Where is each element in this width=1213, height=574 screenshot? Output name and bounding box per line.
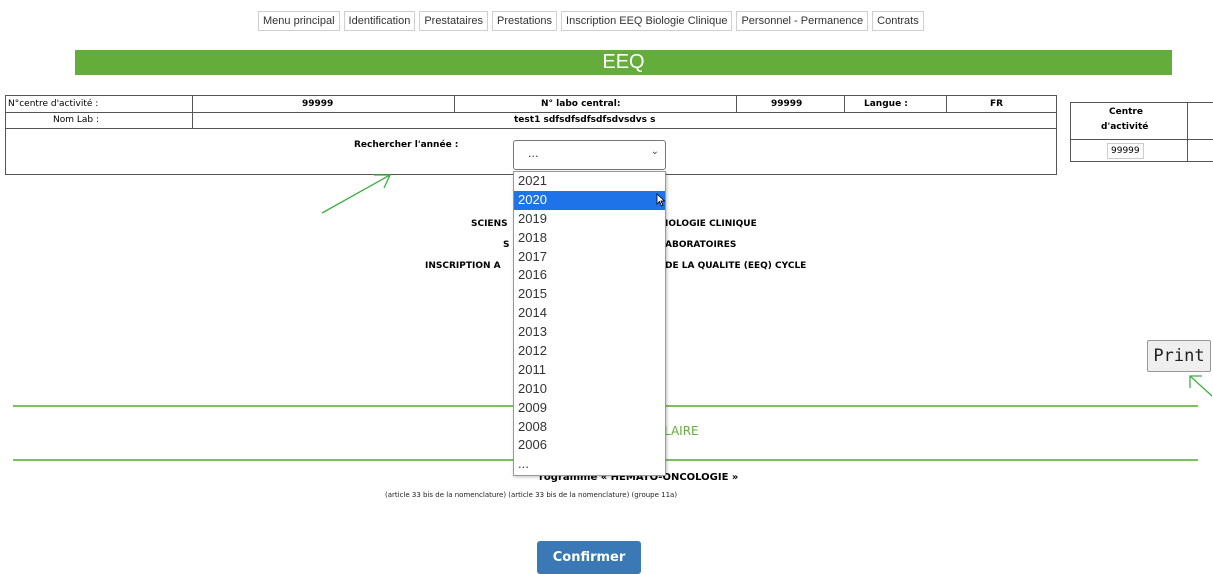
side-header-line2: d'activité	[1101, 122, 1149, 132]
year-option[interactable]: 2011	[514, 361, 665, 380]
table-divider	[192, 96, 193, 128]
year-select[interactable]: ... ⌄	[513, 140, 666, 170]
langue-label: Langue :	[864, 99, 908, 109]
chevron-down-icon: ⌄	[650, 146, 659, 157]
heading-line2-right: ABORATOIRES	[665, 240, 737, 250]
heading-line2-left: S	[503, 240, 510, 250]
centre-value: 99999	[302, 99, 334, 109]
year-option[interactable]: 2009	[514, 399, 665, 418]
table-divider	[1187, 103, 1188, 161]
nav-identification[interactable]: Identification	[343, 11, 416, 31]
heading-line3-right: DE LA QUALITE (EEQ) CYCLE	[665, 261, 807, 271]
side-header-line1: Centre	[1109, 107, 1143, 117]
year-option[interactable]: 2010	[514, 380, 665, 399]
nav-prestations[interactable]: Prestations	[492, 11, 558, 31]
page-title-banner: EEQ	[75, 50, 1172, 75]
nav-inscription-eeq[interactable]: Inscription EEQ Biologie Clinique	[561, 11, 733, 31]
langue-value: FR	[990, 99, 1004, 109]
nav-personnel-permanence[interactable]: Personnel - Permanence	[736, 11, 869, 31]
mouse-cursor-icon	[656, 193, 666, 207]
annotation-arrow-icon	[321, 174, 392, 214]
heading-line1-left: SCIENS	[471, 219, 508, 229]
year-option[interactable]: 2017	[514, 248, 665, 267]
section-title: LAIRE	[664, 424, 699, 438]
heading-line3-left: INSCRIPTION A	[425, 261, 501, 271]
article-note: (article 33 bis de la nomenclature) (art…	[385, 491, 678, 499]
year-option[interactable]: 2013	[514, 323, 665, 342]
nav-menu-principal[interactable]: Menu principal	[258, 11, 340, 31]
year-option[interactable]: 2006	[514, 436, 665, 455]
nomlab-label: Nom Lab :	[53, 115, 100, 125]
annotation-arrow-icon	[1189, 375, 1213, 397]
year-option[interactable]: 2012	[514, 342, 665, 361]
table-divider	[844, 96, 845, 112]
top-nav: Menu principal Identification Prestatair…	[258, 11, 924, 31]
table-divider	[1071, 139, 1213, 140]
year-option[interactable]: 2016	[514, 266, 665, 285]
heading-line1-right: IOLOGIE CLINIQUE	[665, 219, 757, 229]
year-option-highlighted[interactable]: 2020	[514, 190, 665, 210]
table-divider	[6, 128, 1056, 129]
year-select-value: ...	[528, 147, 539, 160]
year-option[interactable]: 2008	[514, 418, 665, 437]
confirm-button[interactable]: Confirmer	[537, 541, 641, 574]
year-dropdown-list: 2021 2020 2019 2018 2017 2016 2015 2014 …	[513, 171, 666, 476]
table-divider	[736, 96, 737, 112]
labo-value: 99999	[771, 99, 803, 109]
year-option[interactable]: 2019	[514, 210, 665, 229]
print-button[interactable]: Print	[1147, 340, 1211, 372]
table-divider	[946, 96, 947, 112]
year-option[interactable]: ...	[514, 455, 665, 474]
year-option[interactable]: 2014	[514, 304, 665, 323]
year-option[interactable]: 2021	[514, 172, 665, 191]
year-option[interactable]: 2015	[514, 285, 665, 304]
labo-label: N° labo central:	[541, 99, 621, 109]
centre-label: N°centre d'activité :	[8, 99, 99, 109]
side-centre-value: 99999	[1107, 143, 1144, 159]
nav-contrats[interactable]: Contrats	[872, 11, 924, 31]
year-option[interactable]: 2018	[514, 229, 665, 248]
side-centre-table: Centre d'activité 99999	[1070, 102, 1213, 162]
nomlab-value: test1 sdfsdfsdfsdfsdvsdvs s	[514, 115, 656, 125]
nav-prestataires[interactable]: Prestataires	[419, 11, 489, 31]
search-year-label: Rechercher l'année :	[354, 140, 459, 150]
table-divider	[454, 96, 455, 112]
